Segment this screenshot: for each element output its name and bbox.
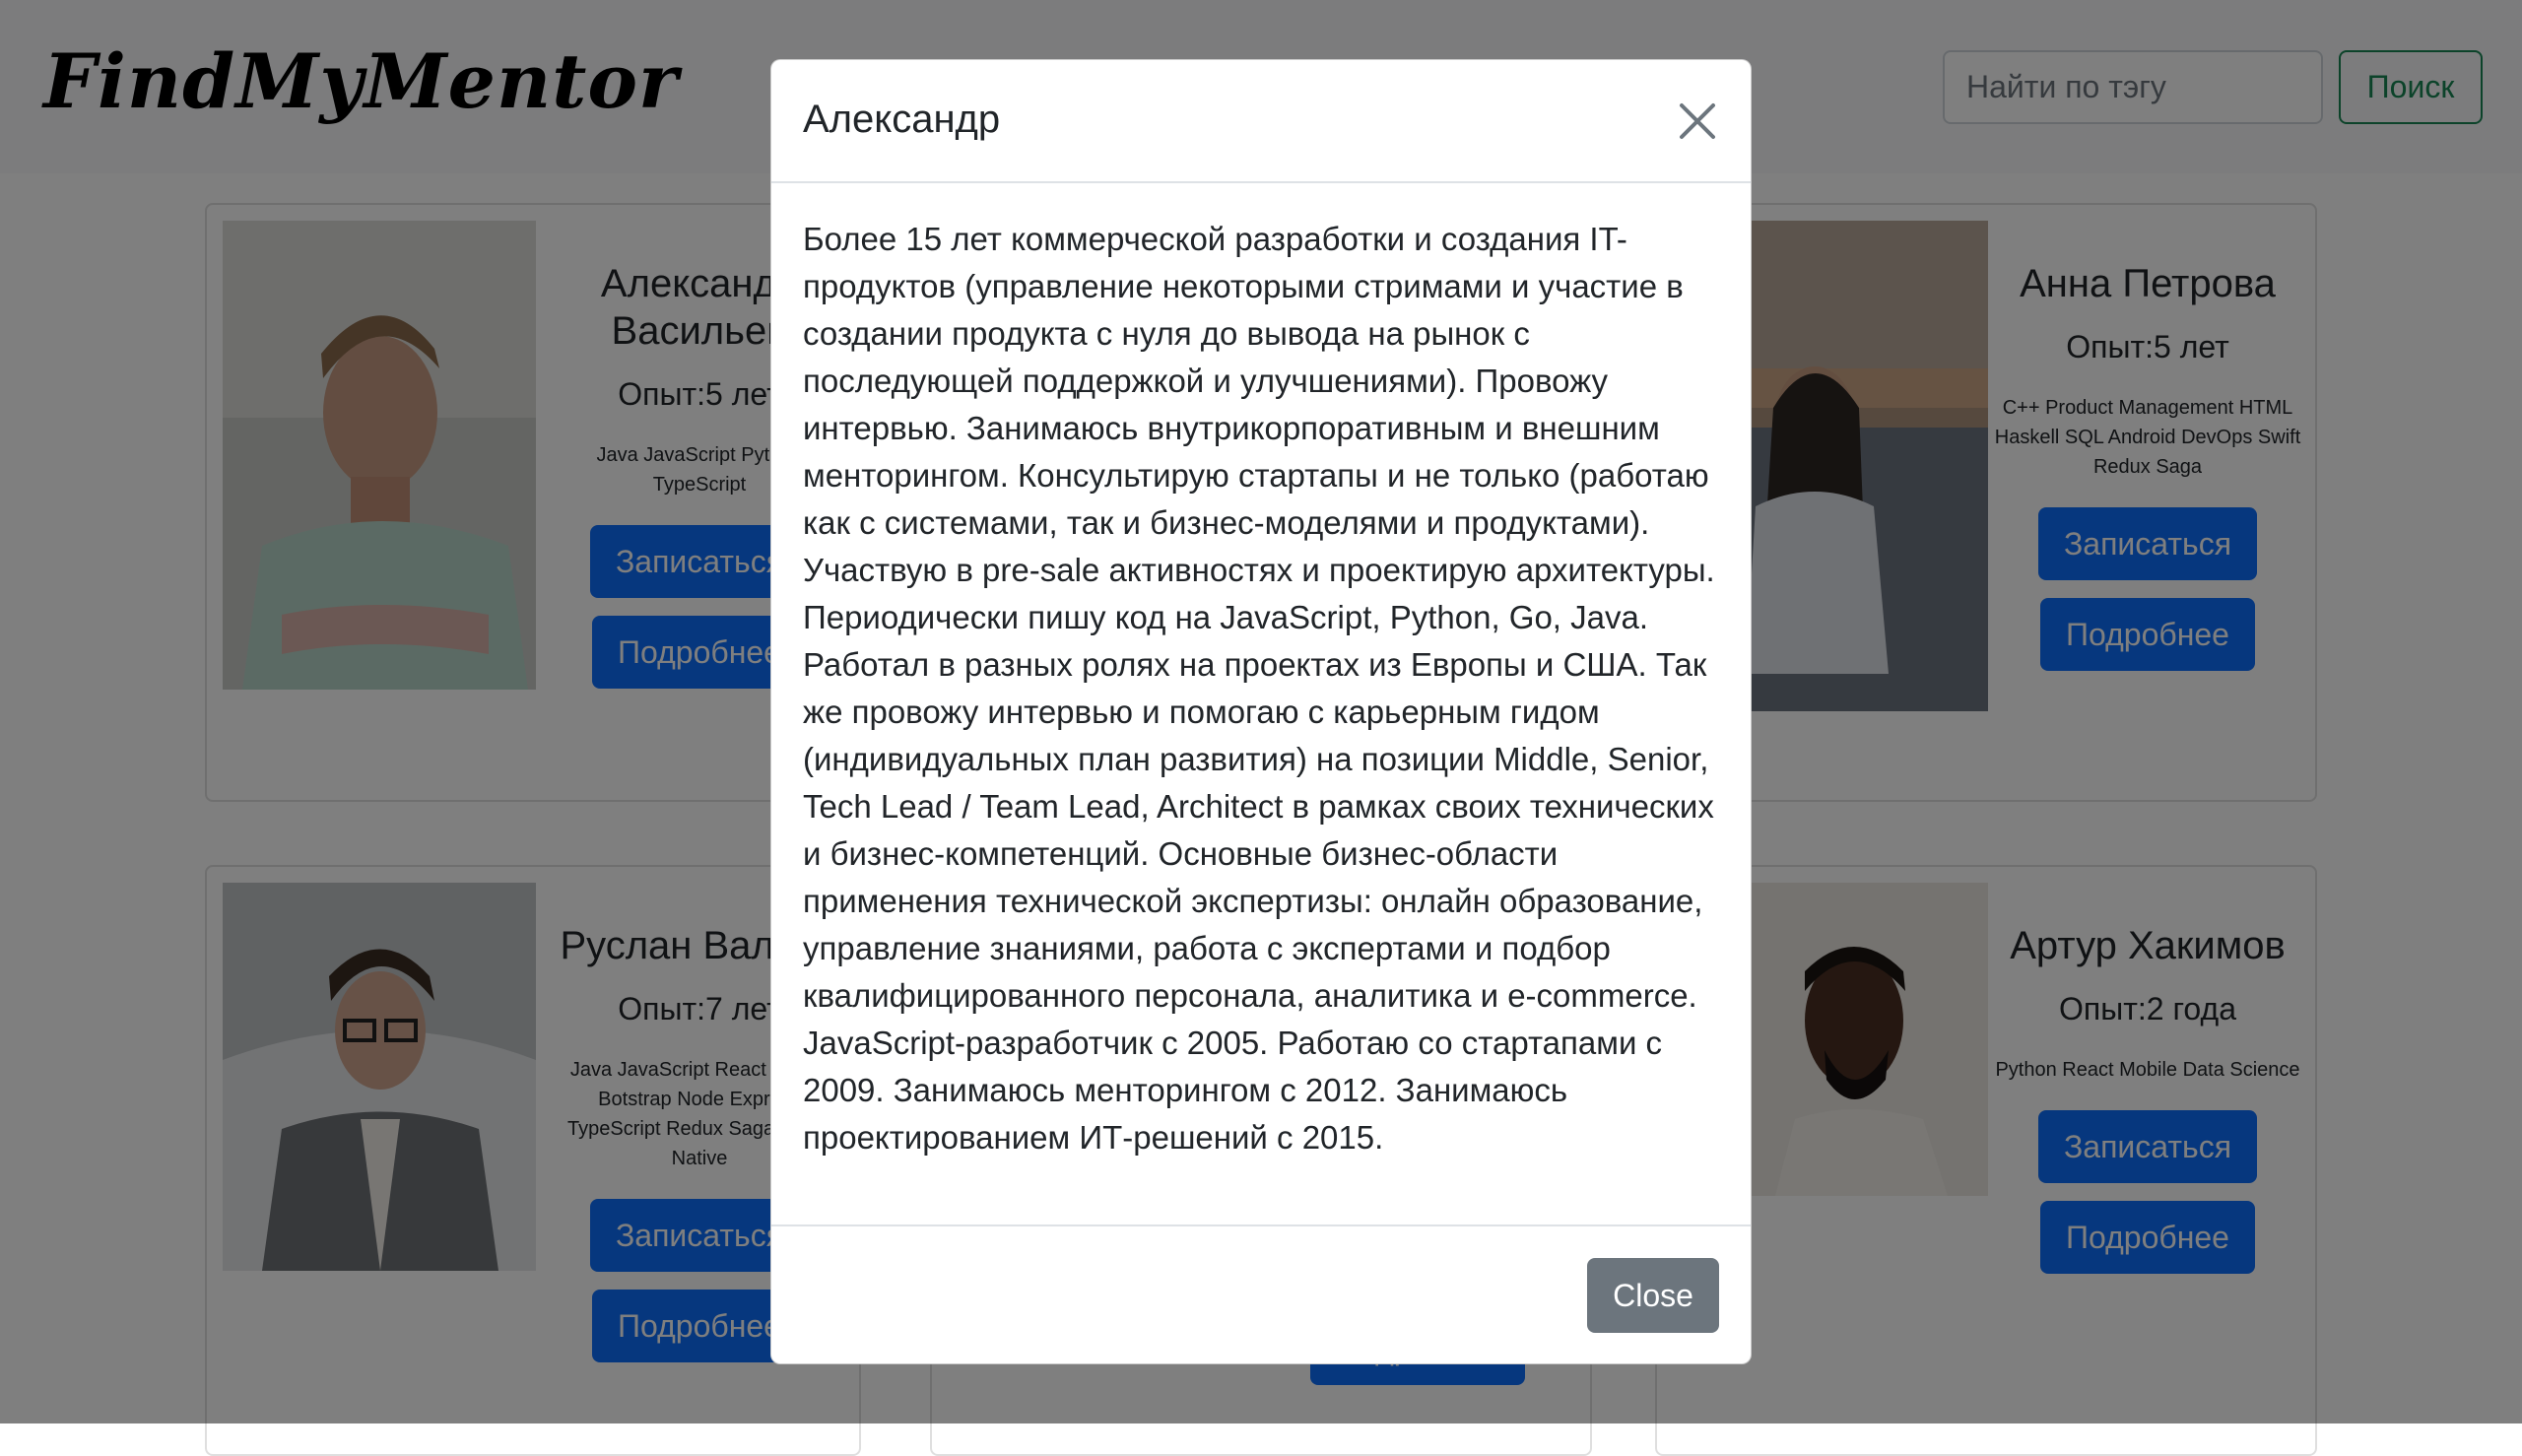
- modal-body-text: Более 15 лет коммерческой разработки и с…: [803, 221, 1715, 1156]
- mentor-details-modal: Александр Более 15 лет коммерческой разр…: [770, 59, 1752, 1364]
- close-icon[interactable]: [1676, 99, 1719, 143]
- modal-title: Александр: [803, 98, 1001, 141]
- modal-header: Александр: [771, 60, 1751, 183]
- modal-footer: Close: [771, 1224, 1751, 1363]
- close-button[interactable]: Close: [1587, 1258, 1719, 1333]
